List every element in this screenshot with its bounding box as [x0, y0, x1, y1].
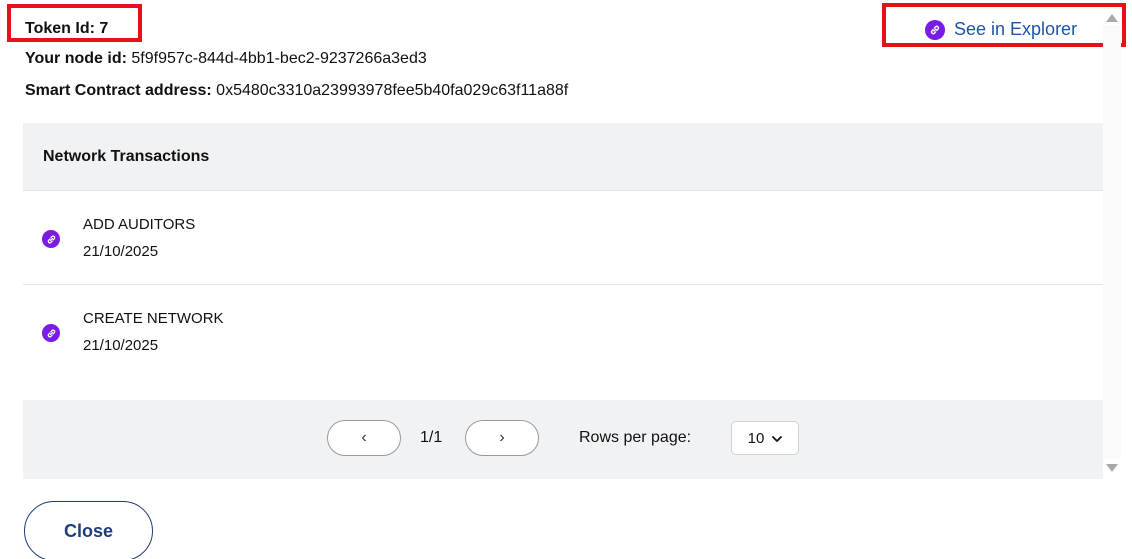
scroll-up-arrow[interactable] — [1106, 14, 1118, 22]
link-icon[interactable] — [42, 324, 60, 342]
network-transactions-title: Network Transactions — [23, 123, 1103, 191]
scrollbar-track[interactable] — [1103, 25, 1121, 459]
page-indicator: 1/1 — [420, 429, 443, 446]
pagination-bar: ‹ 1/1 › Rows per page: 10 — [23, 400, 1103, 479]
token-id: Token Id: 7 — [25, 20, 109, 37]
see-in-explorer-label: See in Explorer — [954, 19, 1078, 39]
close-button[interactable]: Close — [24, 501, 153, 559]
previous-page-button[interactable]: ‹ — [327, 420, 401, 456]
chevron-right-icon: › — [499, 429, 505, 446]
scroll-down-arrow[interactable] — [1106, 464, 1118, 472]
link-icon — [925, 19, 945, 40]
chevron-down-icon — [772, 430, 783, 447]
node-id-line: Your node id: 5f9f957c-844d-4bb1-bec2-92… — [25, 50, 427, 68]
transaction-details-dialog: Token Id: 7 Your node id: 5f9f957c-844d-… — [0, 0, 1132, 559]
network-transactions-panel: Network Transactions ADD AUDITORS 21/10/… — [23, 123, 1103, 479]
rows-per-page-select[interactable]: 10 — [731, 421, 799, 455]
link-icon[interactable] — [42, 230, 60, 248]
node-id-label: Your node id: — [25, 50, 127, 67]
transaction-date: 21/10/2025 — [83, 337, 159, 354]
rows-per-page-label: Rows per page: — [579, 429, 692, 446]
node-id-value: 5f9f957c-844d-4bb1-bec2-9237266a3ed3 — [131, 50, 427, 67]
contract-address-value: 0x5480c3310a23993978fee5b40fa029c63f11a8… — [216, 82, 569, 99]
transaction-row: ADD AUDITORS 21/10/2025 — [23, 191, 1103, 285]
transaction-action: CREATE NETWORK — [83, 310, 224, 327]
chevron-left-icon: ‹ — [361, 429, 367, 446]
contract-address-line: Smart Contract address: 0x5480c3310a2399… — [25, 82, 568, 100]
see-in-explorer-link[interactable]: See in Explorer — [925, 19, 1077, 40]
next-page-button[interactable]: › — [465, 420, 539, 456]
transaction-action: ADD AUDITORS — [83, 216, 196, 233]
transaction-date: 21/10/2025 — [83, 243, 159, 260]
transaction-row: CREATE NETWORK 21/10/2025 — [23, 285, 1103, 379]
contract-address-label: Smart Contract address: — [25, 82, 212, 99]
rows-per-page-value: 10 — [747, 429, 765, 447]
